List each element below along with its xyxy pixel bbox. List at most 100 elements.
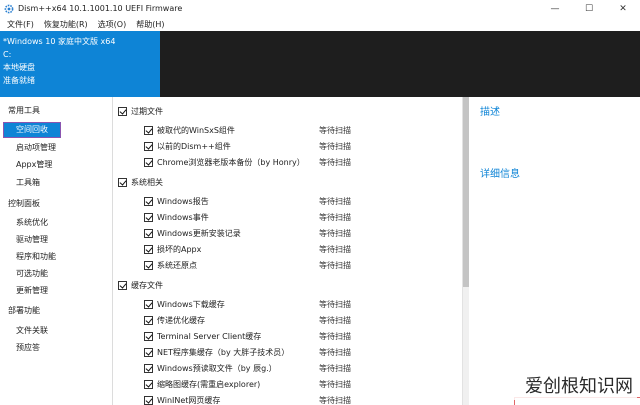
menu-help[interactable]: 帮助(H)	[131, 19, 169, 30]
list-item[interactable]: 传递优化缓存 等待扫描	[144, 314, 462, 326]
item-status: 等待扫描	[319, 212, 351, 222]
session-status: 准备就绪	[3, 76, 35, 85]
sidebar-item-updates[interactable]: 更新管理	[16, 285, 48, 296]
list-item[interactable]: NET程序集缓存（by 大胖子技术员） 等待扫描	[144, 346, 462, 358]
sidebar-item-optional-features[interactable]: 可选功能	[16, 268, 48, 279]
info-panel: 描述 详细信息	[470, 97, 640, 405]
category-label: 系统相关	[131, 177, 163, 187]
item-label: NET程序集缓存（by 大胖子技术员）	[157, 347, 290, 357]
item-label: 传递优化缓存	[157, 315, 205, 325]
item-checkbox[interactable]	[144, 228, 153, 238]
sidebar-item-system-optimize[interactable]: 系统优化	[16, 217, 48, 228]
list-item[interactable]: Windows更新安装记录 等待扫描	[144, 227, 462, 239]
list-item[interactable]: Terminal Server Client缓存 等待扫描	[144, 330, 462, 342]
menu-options[interactable]: 选项(O)	[93, 19, 132, 30]
list-item[interactable]: Windows下载缓存 等待扫描	[144, 298, 462, 310]
system-session-card[interactable]: *Windows 10 家庭中文版 x64 C: 本地硬盘 准备就绪	[0, 31, 160, 97]
sidebar-item-startup[interactable]: 启动项管理	[16, 142, 56, 153]
item-status: 等待扫描	[319, 299, 351, 309]
item-checkbox[interactable]	[144, 157, 153, 167]
item-label: Windows下载缓存	[157, 299, 225, 309]
item-label: Windows预读取文件（by 辰g.）	[157, 363, 277, 373]
item-status: 等待扫描	[319, 347, 351, 357]
item-label: 缩略图缓存(需重启explorer)	[157, 379, 261, 389]
item-checkbox[interactable]	[144, 395, 153, 405]
list-item[interactable]: Chrome浏览器老版本备份（by Honry） 等待扫描	[144, 156, 462, 168]
sidebar-item-appx[interactable]: Appx管理	[16, 159, 52, 170]
list-item[interactable]: Windows事件 等待扫描	[144, 211, 462, 223]
list-item[interactable]: 损坏的Appx 等待扫描	[144, 243, 462, 255]
description-title: 描述	[480, 107, 500, 118]
category-checkbox[interactable]	[118, 106, 127, 116]
os-name: *Windows 10 家庭中文版 x64	[3, 37, 116, 46]
list-item[interactable]: 以前的Dism++组件 等待扫描	[144, 140, 462, 152]
item-status: 等待扫描	[319, 379, 351, 389]
category-row[interactable]: 过期文件	[118, 105, 163, 117]
item-checkbox[interactable]	[144, 363, 153, 373]
item-checkbox[interactable]	[144, 244, 153, 254]
minimize-button[interactable]: —	[538, 0, 572, 17]
sidebar-item-toolbox[interactable]: 工具箱	[16, 177, 40, 188]
item-checkbox[interactable]	[144, 141, 153, 151]
scrollbar-thumb[interactable]	[463, 97, 469, 287]
item-status: 等待扫描	[319, 315, 351, 325]
item-label: Chrome浏览器老版本备份（by Honry）	[157, 157, 305, 167]
sidebar-group-control-panel: 控制面板	[8, 199, 40, 208]
sidebar-item-answer-file[interactable]: 预应答	[16, 342, 40, 353]
category-checkbox[interactable]	[118, 177, 127, 187]
list-item[interactable]: WinINet网页缓存 等待扫描	[144, 394, 462, 405]
item-checkbox[interactable]	[144, 331, 153, 341]
item-checkbox[interactable]	[144, 260, 153, 270]
maximize-button[interactable]: ☐	[572, 0, 606, 17]
watermark: 爱创根知识网	[505, 370, 637, 400]
item-label: 以前的Dism++组件	[157, 141, 231, 151]
item-checkbox[interactable]	[144, 125, 153, 135]
item-checkbox[interactable]	[144, 299, 153, 309]
item-checkbox[interactable]	[144, 212, 153, 222]
item-status: 等待扫描	[319, 196, 351, 206]
list-item[interactable]: Windows预读取文件（by 辰g.） 等待扫描	[144, 362, 462, 374]
item-label: 被取代的WinSxS组件	[157, 125, 235, 135]
sidebar-item-file-association[interactable]: 文件关联	[16, 325, 48, 336]
menu-file[interactable]: 文件(F)	[2, 19, 39, 30]
item-label: Terminal Server Client缓存	[157, 331, 262, 341]
disk-type: 本地硬盘	[3, 63, 35, 72]
sidebar-item-drivers[interactable]: 驱动管理	[16, 234, 48, 245]
item-status: 等待扫描	[319, 331, 351, 341]
list-item[interactable]: 被取代的WinSxS组件 等待扫描	[144, 124, 462, 136]
category-label: 过期文件	[131, 106, 163, 116]
item-checkbox[interactable]	[144, 379, 153, 389]
cleanup-list: 过期文件 被取代的WinSxS组件 等待扫描 以前的Dism++组件 等待扫描 …	[114, 97, 469, 405]
window-controls: — ☐ ✕	[538, 0, 640, 17]
app-gear-icon	[4, 4, 14, 13]
window-title: Dism++x64 10.1.1001.10 UEFI Firmware	[18, 4, 183, 13]
item-status: 等待扫描	[319, 260, 351, 270]
sidebar-item-space-reclaim[interactable]: 空间回收	[3, 122, 61, 138]
item-status: 等待扫描	[319, 125, 351, 135]
menu-bar: 文件(F) 恢复功能(R) 选项(O) 帮助(H)	[0, 17, 640, 31]
item-label: 系统还原点	[157, 260, 197, 270]
item-status: 等待扫描	[319, 157, 351, 167]
list-item[interactable]: 缩略图缓存(需重启explorer) 等待扫描	[144, 378, 462, 390]
category-checkbox[interactable]	[118, 280, 127, 290]
category-row[interactable]: 缓存文件	[118, 279, 163, 291]
watermark-text: 爱创根知识网	[525, 376, 633, 397]
item-label: 损坏的Appx	[157, 244, 202, 254]
item-checkbox[interactable]	[144, 196, 153, 206]
sidebar: 常用工具 空间回收 启动项管理 Appx管理 工具箱 控制面板 系统优化 驱动管…	[0, 97, 113, 405]
item-checkbox[interactable]	[144, 315, 153, 325]
list-item[interactable]: Windows报告 等待扫描	[144, 195, 462, 207]
item-label: WinINet网页缓存	[157, 395, 221, 405]
session-strip	[160, 31, 640, 97]
item-checkbox[interactable]	[144, 347, 153, 357]
sidebar-item-programs[interactable]: 程序和功能	[16, 251, 56, 262]
sidebar-group-common-tools: 常用工具	[8, 106, 40, 115]
close-button[interactable]: ✕	[606, 0, 640, 17]
list-item[interactable]: 系统还原点 等待扫描	[144, 259, 462, 271]
details-title: 详细信息	[480, 169, 520, 180]
item-status: 等待扫描	[319, 141, 351, 151]
list-scrollbar[interactable]	[462, 97, 469, 405]
item-label: Windows报告	[157, 196, 209, 206]
category-row[interactable]: 系统相关	[118, 176, 163, 188]
menu-restore[interactable]: 恢复功能(R)	[39, 19, 93, 30]
